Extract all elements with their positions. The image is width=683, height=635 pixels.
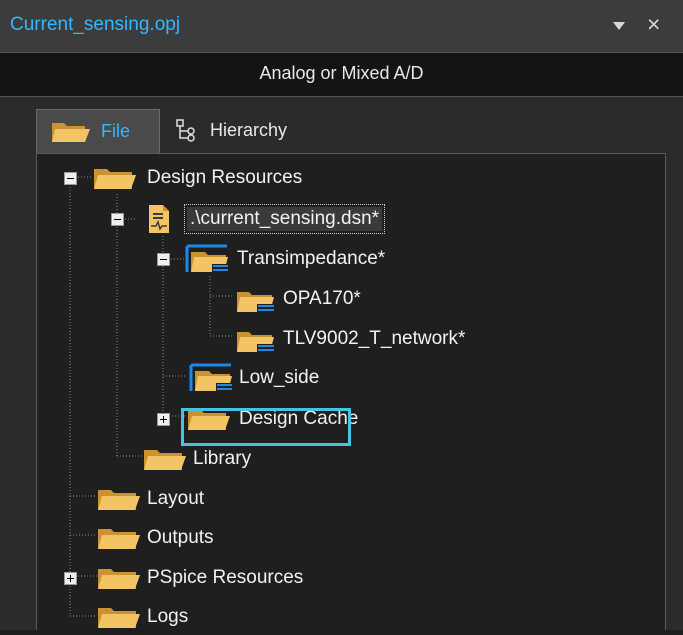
folder-icon [93,163,137,196]
collapse-toggle[interactable] [157,253,170,266]
project-title: Current_sensing.opj [10,14,181,35]
expand-toggle[interactable] [157,413,170,426]
tree-node-label: Low_side [239,367,320,388]
tree-node-label: Design Cache [239,408,359,429]
folder-icon [97,523,141,556]
collapse-toggle[interactable] [64,172,77,185]
folder-icon [51,119,91,148]
tree-node-label: Transimpedance* [237,248,386,269]
project-type-bar: Analog or Mixed A/D [0,52,683,97]
tree-node-label: Design Resources [147,167,303,188]
project-type-label: Analog or Mixed A/D [259,63,424,83]
folder-icon [187,404,231,437]
collapse-toggle[interactable] [111,213,124,226]
project-tree[interactable]: Design Resources .\current_sensing.dsn* [36,153,666,630]
tab-hierarchy-label: Hierarchy [210,120,288,140]
tree-node-label: OPA170* [283,288,361,309]
schematic-folder-icon [189,363,233,398]
hierarchy-icon [174,118,200,149]
folder-icon [97,484,141,517]
schematic-folder-icon [185,244,229,279]
tab-hierarchy[interactable]: Hierarchy [160,109,320,153]
panel-titlebar: Current_sensing.opj × [0,0,683,52]
tabs-area: File Hierarchy Design Resources .\curren… [0,97,683,630]
tree-node-label: .\current_sensing.dsn* [183,204,386,234]
tree-node-label: Logs [147,606,189,627]
tree-node-label: TLV9002_T_network* [283,328,466,349]
dropdown-arrow-icon[interactable] [612,18,626,36]
schematic-page-icon [235,284,275,319]
tree-node-label: Library [193,448,252,469]
folder-icon [97,563,141,596]
tree-node-label: PSpice Resources [147,567,304,588]
schematic-page-icon [235,324,275,359]
tab-file-label: File [101,121,131,141]
close-icon[interactable]: × [647,12,660,36]
tab-file[interactable]: File [36,109,160,153]
folder-icon [143,444,187,477]
tree-node-label: Layout [147,488,205,509]
folder-icon [97,602,141,635]
schematic-file-icon [145,204,173,239]
tree-node-label: Outputs [147,527,214,548]
expand-toggle[interactable] [64,572,77,585]
